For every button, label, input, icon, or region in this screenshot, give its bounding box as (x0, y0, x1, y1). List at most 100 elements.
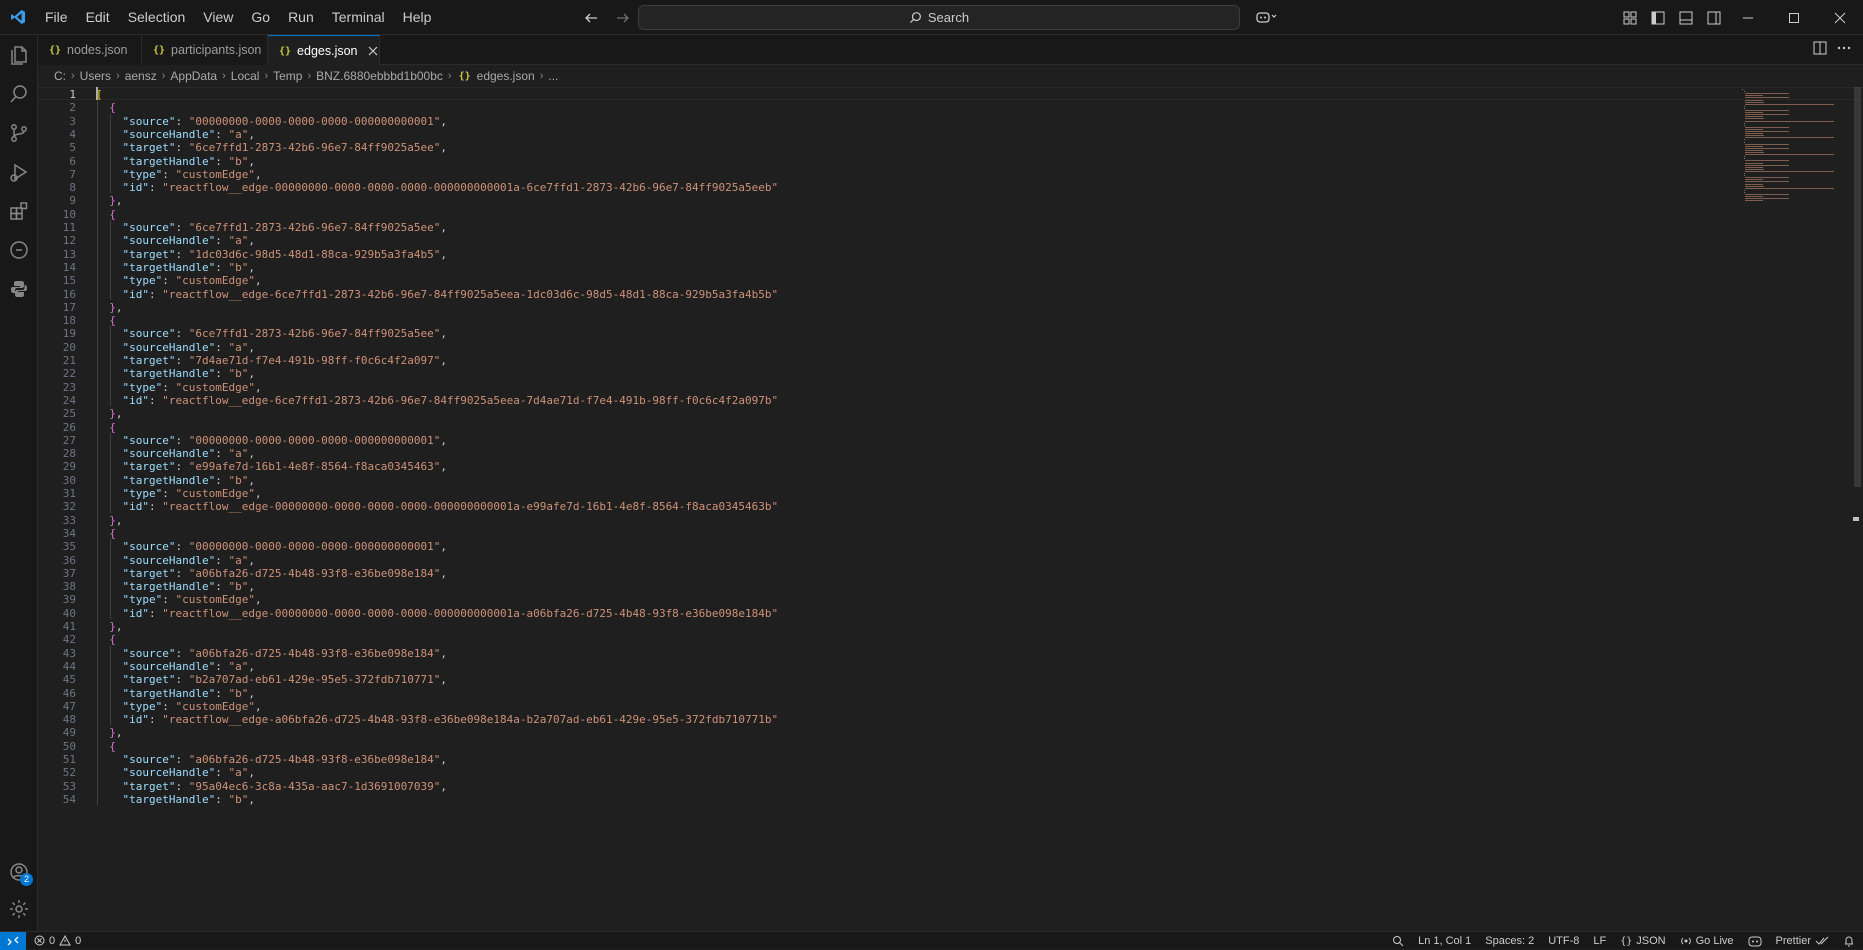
breadcrumb-item[interactable]: Local (229, 69, 262, 83)
minimap-line (1745, 99, 1764, 101)
source-control-icon[interactable] (0, 114, 38, 152)
problems-indicator[interactable]: 0 0 (26, 935, 81, 947)
menu-selection[interactable]: Selection (119, 5, 195, 29)
breadcrumb-item[interactable]: ... (546, 69, 560, 83)
indent-guide (110, 539, 112, 619)
minimize-icon[interactable] (1725, 0, 1771, 35)
minimap-line (1745, 112, 1764, 114)
forward-arrow-icon[interactable] (610, 5, 636, 31)
tab-nodes-json[interactable]: {} nodes.json (38, 35, 142, 65)
python-icon[interactable] (0, 270, 38, 308)
minimap-line (1745, 177, 1790, 179)
code-line[interactable]: "id": "reactflow__edge-00000000-0000-000… (96, 606, 779, 622)
back-arrow-icon[interactable] (578, 5, 604, 31)
settings-gear-icon[interactable] (0, 890, 38, 928)
accounts-icon[interactable]: 2 (0, 853, 38, 891)
braces-icon: {} (1620, 935, 1633, 947)
breadcrumb-item[interactable]: BNZ.6880ebbbd1b00bc (314, 69, 445, 83)
minimap-line (1745, 118, 1765, 120)
warning-icon (59, 935, 71, 946)
indentation[interactable]: Spaces: 2 (1485, 935, 1534, 947)
language-mode[interactable]: {} JSON (1620, 935, 1665, 947)
code-line[interactable]: "id": "reactflow__edge-6ce7ffd1-2873-42b… (96, 287, 779, 303)
minimap-line (1745, 170, 1835, 172)
vertical-scrollbar[interactable] (1851, 87, 1863, 931)
minimap-line (1745, 196, 1764, 198)
close-tab-icon[interactable] (368, 43, 379, 59)
go-live-button[interactable]: Go Live (1680, 935, 1734, 947)
minimap-line (1743, 156, 1746, 158)
minimap-line (1743, 107, 1745, 109)
tab-edges-json[interactable]: {} edges.json (268, 35, 380, 66)
menu-file[interactable]: File (36, 5, 77, 29)
warning-count: 0 (75, 934, 82, 947)
code-line[interactable]: "id": "reactflow__edge-6ce7ffd1-2873-42b… (96, 393, 779, 409)
close-window-icon[interactable] (1817, 0, 1863, 35)
minimap-line (1745, 162, 1764, 164)
code-line[interactable]: "targetHandle": "b", (96, 792, 255, 808)
remote-indicator-icon[interactable] (0, 931, 26, 950)
prettier-status[interactable]: Prettier (1776, 935, 1829, 947)
error-icon (34, 935, 45, 946)
toggle-primary-sidebar-icon[interactable] (1648, 8, 1668, 28)
code-line[interactable]: "id": "reactflow__edge-a06bfa26-d725-4b4… (96, 712, 779, 728)
title-bar: File Edit Selection View Go Run Terminal Help S… (0, 0, 1863, 35)
copilot-status-icon[interactable] (1748, 936, 1762, 947)
end-of-line[interactable]: LF (1593, 935, 1606, 947)
breadcrumb-item[interactable]: AppData (168, 69, 219, 83)
search-view-icon[interactable] (0, 75, 38, 113)
minimap-line (1745, 198, 1790, 200)
menu-help[interactable]: Help (394, 5, 441, 29)
remote-explorer-icon[interactable] (0, 231, 38, 269)
customize-layout-icon[interactable] (1620, 8, 1640, 28)
breadcrumb-item[interactable]: aensz (123, 69, 159, 83)
minimap[interactable] (1742, 87, 1850, 207)
toggle-secondary-sidebar-icon[interactable] (1704, 8, 1724, 28)
breadcrumb-item[interactable]: Temp (271, 69, 304, 83)
copilot-icon[interactable] (1250, 5, 1284, 29)
breadcrumb-item[interactable]: C: (52, 69, 68, 83)
cursor-position[interactable]: Ln 1, Col 1 (1418, 935, 1471, 947)
menu-terminal[interactable]: Terminal (323, 5, 394, 29)
chevron-right-icon: › (447, 70, 452, 82)
notifications-bell-icon[interactable] (1843, 935, 1855, 947)
breadcrumb-item[interactable]: edges.json (475, 69, 537, 83)
indent-guide (110, 220, 112, 300)
explorer-icon[interactable] (0, 36, 38, 74)
menu-view[interactable]: View (194, 5, 242, 29)
maximize-icon[interactable] (1771, 0, 1817, 35)
encoding[interactable]: UTF-8 (1548, 935, 1579, 947)
menu-run[interactable]: Run (279, 5, 323, 29)
minimap-line (1745, 164, 1790, 166)
run-and-debug-icon[interactable] (0, 153, 38, 191)
zoom-icon[interactable] (1392, 935, 1404, 947)
accounts-badge: 2 (20, 873, 33, 886)
json-icon: {} (279, 45, 292, 57)
breadcrumb: C: › Users › aensz › AppData › Local › Temp › BNZ.68… (38, 65, 1863, 87)
chevron-right-icon: › (539, 70, 544, 82)
minimap-line (1745, 145, 1764, 147)
breadcrumb-item[interactable]: Users (78, 69, 113, 83)
minimap-line (1745, 143, 1790, 145)
chevron-right-icon: › (264, 70, 269, 82)
tab-participants-json[interactable]: {} participants.json (142, 35, 268, 65)
minimap-line (1743, 189, 1746, 191)
minimap-line (1745, 181, 1790, 183)
search-box[interactable]: Search (638, 5, 1240, 30)
code-line[interactable]: "id": "reactflow__edge-00000000-0000-000… (96, 499, 779, 515)
code-line[interactable]: "id": "reactflow__edge-00000000-0000-000… (96, 180, 779, 196)
extensions-icon[interactable] (0, 192, 38, 230)
minimap-line (1745, 147, 1790, 149)
toggle-panel-icon[interactable] (1676, 8, 1696, 28)
window-controls (1725, 0, 1863, 35)
check-double-icon (1815, 936, 1829, 945)
minimap-line (1745, 154, 1835, 156)
layout-controls (1620, 0, 1724, 35)
menu-edit[interactable]: Edit (77, 5, 119, 29)
more-actions-icon[interactable] (1837, 41, 1851, 60)
scrollbar-thumb[interactable] (1854, 87, 1861, 487)
menu-go[interactable]: Go (242, 5, 279, 29)
split-editor-icon[interactable] (1813, 41, 1827, 60)
minimap-line (1745, 128, 1764, 130)
code-editor[interactable]: 1 2 3 4 5 6 7 8 9 10 11 12 13 14 15 16 17 18 19 20 21 22 23 24 2… (38, 87, 1863, 931)
